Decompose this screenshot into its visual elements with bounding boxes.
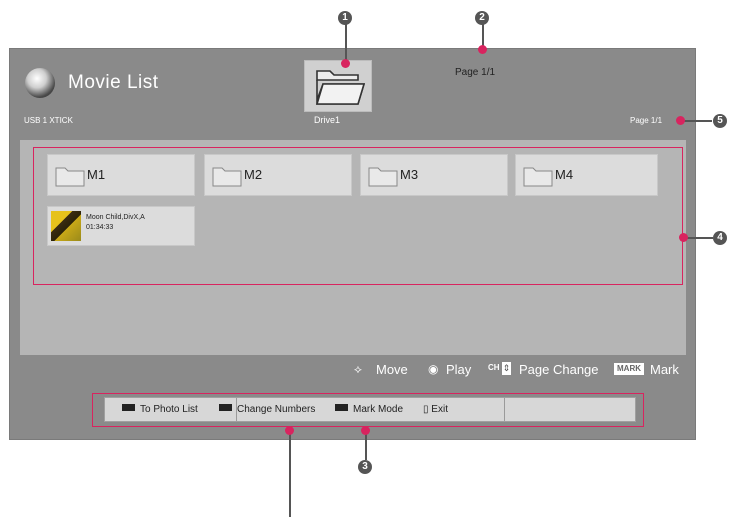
movie-disc-icon xyxy=(25,68,55,98)
page-title: Movie List xyxy=(68,72,159,93)
move-arrows-icon: ⟡ xyxy=(354,362,362,376)
hint-mark: Mark xyxy=(650,362,679,377)
drive-label: Drive1 xyxy=(314,115,341,125)
bottom-bar-highlight xyxy=(92,393,644,427)
callout-dot-5 xyxy=(676,116,685,125)
page-indicator: Page 1/1 xyxy=(630,116,663,125)
callout-dot-3 xyxy=(361,426,370,435)
hint-play: Play xyxy=(446,362,472,377)
page-indicator-top: Page 1/1 xyxy=(455,67,496,78)
callout-4: 4 xyxy=(713,231,727,245)
ok-button-icon: ◉ xyxy=(428,362,439,376)
hint-page-change: Page Change xyxy=(519,362,599,377)
callout-dot-1 xyxy=(341,59,350,68)
callout-2: 2 xyxy=(475,11,489,25)
callout-1: 1 xyxy=(338,11,352,25)
ch-key-icon: CH xyxy=(488,363,500,372)
callout-dot-2 xyxy=(478,45,487,54)
file-list-highlight xyxy=(33,147,683,285)
callout-line-bottom xyxy=(289,430,291,517)
open-folder-icon xyxy=(315,70,366,105)
ch-arrows-icon: ⇕ xyxy=(502,362,511,375)
usb-device-label: USB 1 XTICK xyxy=(24,116,73,125)
hint-move: Move xyxy=(376,362,408,377)
mark-key-icon: MARK xyxy=(614,363,644,375)
callout-3: 3 xyxy=(358,460,372,474)
callout-dot-4 xyxy=(679,233,688,242)
callout-line-1 xyxy=(345,24,347,64)
callout-5: 5 xyxy=(713,114,727,128)
callout-dot-bottom xyxy=(285,426,294,435)
drive-button[interactable] xyxy=(304,60,372,112)
